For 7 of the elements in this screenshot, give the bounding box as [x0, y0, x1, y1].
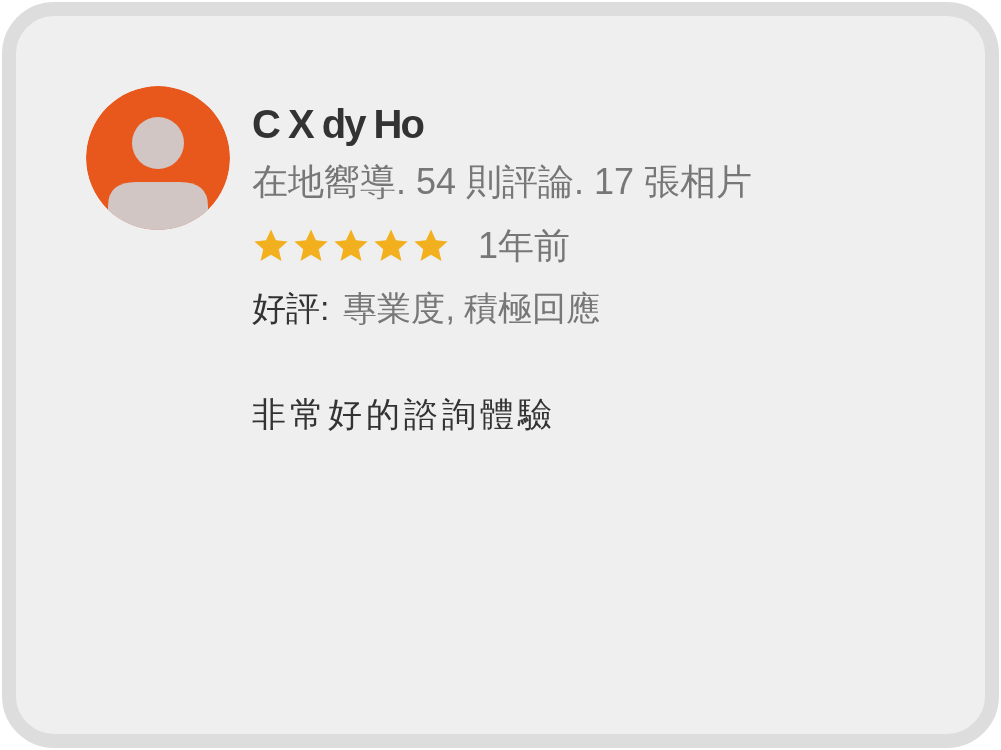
review-text: 非常好的諮詢體驗: [252, 394, 557, 435]
highlights: 專業度, 積極回應: [343, 288, 601, 329]
reviewer-name: C X dy Ho: [252, 101, 425, 148]
review-time: 1年前: [478, 224, 571, 268]
reviewer-meta: 在地嚮導. 54 則評論. 17 張相片: [252, 160, 753, 204]
avatar-icon: [86, 86, 230, 230]
highlights-label: 好評:: [252, 288, 330, 329]
